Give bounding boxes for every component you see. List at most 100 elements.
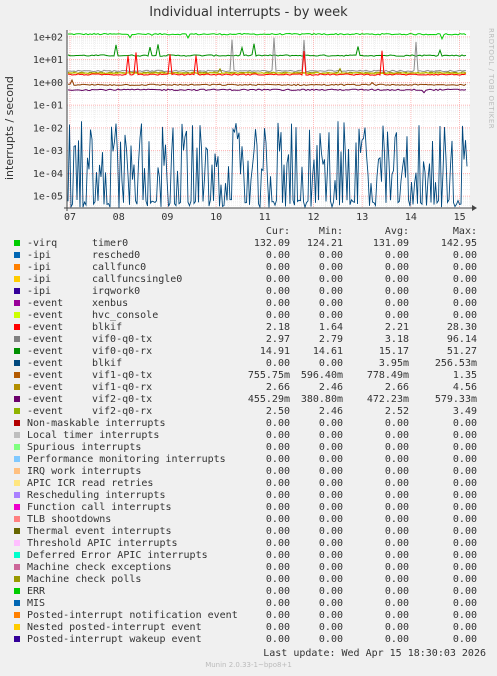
legend-row: Nested posted-interrupt event 0.00 0.00 0.0…	[0, 622, 497, 634]
legend-row: -event blkif 2.18 1.64 2.21 28.30	[0, 322, 497, 334]
legend-max: 51.27	[446, 346, 477, 357]
legend-max: 579.33m	[434, 394, 477, 405]
legend-row: -event xenbus 0.00 0.00 0.00 0.00	[0, 298, 497, 310]
legend-swatch	[14, 444, 20, 450]
legend-avg: 0.00	[384, 442, 409, 453]
legend-avg: 15.17	[378, 346, 409, 357]
legend-max: 0.00	[452, 286, 477, 297]
legend-min: 0.00	[318, 466, 343, 477]
legend-name: Function call interrupts	[27, 502, 172, 513]
legend-row: -ipi callfunc0 0.00 0.00 0.00 0.00	[0, 262, 497, 274]
legend-min: 0.00	[318, 502, 343, 513]
legend-name: IRQ work interrupts	[27, 466, 142, 477]
legend-min: 0.00	[318, 562, 343, 573]
legend-avg: 0.00	[384, 514, 409, 525]
legend-swatch	[14, 576, 20, 582]
legend-min: 0.00	[318, 442, 343, 453]
legend-swatch	[14, 324, 20, 330]
legend-name: Machine check exceptions	[27, 562, 172, 573]
x-tick-label: 15	[454, 212, 466, 223]
x-tick-label: 14	[405, 212, 417, 223]
legend-row: -event vif0-q0-tx 2.97 2.79 3.18 96.14	[0, 334, 497, 346]
legend-min: 0.00	[318, 634, 343, 645]
legend-avg: 0.00	[384, 430, 409, 441]
legend-min: 124.21	[306, 238, 343, 249]
y-tick-label: 1e+02	[33, 32, 63, 43]
legend-swatch	[14, 360, 20, 366]
legend-max: 0.00	[452, 262, 477, 273]
legend-row: Machine check exceptions 0.00 0.00 0.00 0.00	[0, 562, 497, 574]
legend-avg: 0.00	[384, 610, 409, 621]
legend-min: 0.00	[318, 298, 343, 309]
legend-row: MIS 0.00 0.00 0.00 0.00	[0, 598, 497, 610]
legend-max: 0.00	[452, 418, 477, 429]
legend-name: -event	[27, 370, 64, 381]
legend-min: 1.64	[318, 322, 343, 333]
legend-min: 0.00	[318, 478, 343, 489]
legend-avg: 0.00	[384, 454, 409, 465]
legend-name: Thermal event interrupts	[27, 526, 172, 537]
legend-swatch	[14, 396, 20, 402]
legend-swatch	[14, 264, 20, 270]
legend: Cur: Min: Avg: Max: -virq timer0 132.09 124…	[0, 226, 497, 646]
legend-row: Deferred Error APIC interrupts 0.00 0.00 0.…	[0, 550, 497, 562]
x-tick-label: 13	[356, 212, 368, 223]
x-tick-label: 08	[113, 212, 125, 223]
legend-row: Thermal event interrupts 0.00 0.00 0.00 0.00	[0, 526, 497, 538]
legend-avg: 0.00	[384, 586, 409, 597]
legend-subname: hvc_console	[92, 310, 159, 321]
legend-name: Nested posted-interrupt event	[27, 622, 202, 633]
legend-avg: 0.00	[384, 298, 409, 309]
legend-avg: 2.52	[384, 406, 409, 417]
legend-name: -event	[27, 310, 64, 321]
legend-max: 96.14	[446, 334, 477, 345]
legend-swatch	[14, 612, 20, 618]
legend-subname: vif1-q0-tx	[92, 370, 153, 381]
legend-row: Performance monitoring interrupts 0.00 0.0…	[0, 454, 497, 466]
y-tick-label: 1e+00	[33, 78, 63, 89]
legend-min: 2.46	[318, 382, 343, 393]
x-tick-label: 11	[259, 212, 271, 223]
legend-max: 0.00	[452, 598, 477, 609]
legend-avg: 0.00	[384, 634, 409, 645]
legend-name: TLB shootdowns	[27, 514, 112, 525]
legend-name: Posted-interrupt notification event	[27, 610, 238, 621]
legend-name: Threshold APIC interrupts	[27, 538, 178, 549]
legend-row: IRQ work interrupts 0.00 0.00 0.00 0.00	[0, 466, 497, 478]
y-tick-label: 1e+01	[33, 55, 63, 66]
x-axis-arrow	[472, 205, 477, 211]
legend-avg: 0.00	[384, 562, 409, 573]
legend-row: Rescheduling interrupts 0.00 0.00 0.00 0.00	[0, 490, 497, 502]
legend-name: -ipi	[27, 274, 52, 285]
legend-name: Rescheduling interrupts	[27, 490, 166, 501]
legend-min: 0.00	[318, 454, 343, 465]
legend-min: 0.00	[318, 586, 343, 597]
legend-max: 4.56	[452, 382, 477, 393]
legend-min: 0.00	[318, 358, 343, 369]
legend-swatch	[14, 456, 20, 462]
legend-row: -ipi callfuncsingle0 0.00 0.00 0.00 0.00	[0, 274, 497, 286]
legend-swatch	[14, 624, 20, 630]
legend-swatch	[14, 540, 20, 546]
legend-row: APIC ICR read retries 0.00 0.00 0.00 0.00	[0, 478, 497, 490]
legend-row: Function call interrupts 0.00 0.00 0.00 0.00	[0, 502, 497, 514]
legend-avg: 0.00	[384, 478, 409, 489]
legend-min: 0.00	[318, 538, 343, 549]
legend-min: 0.00	[318, 550, 343, 561]
legend-row: -event blkif 0.00 0.00 3.95m 256.53m	[0, 358, 497, 370]
legend-subname: xenbus	[92, 298, 129, 309]
legend-max: 0.00	[452, 298, 477, 309]
legend-name: -event	[27, 322, 64, 333]
legend-subname: vif1-q0-rx	[92, 382, 153, 393]
legend-avg: 2.66	[384, 382, 409, 393]
x-tick-label: 12	[307, 212, 319, 223]
legend-name: Local timer interrupts	[27, 430, 160, 441]
legend-max: 0.00	[452, 574, 477, 585]
legend-min: 2.46	[318, 406, 343, 417]
legend-row: Posted-interrupt notification event 0.00 0…	[0, 610, 497, 622]
legend-swatch	[14, 408, 20, 414]
legend-name: Machine check polls	[27, 574, 142, 585]
legend-swatch	[14, 348, 20, 354]
legend-max: 0.00	[452, 478, 477, 489]
legend-max: 0.00	[452, 622, 477, 633]
